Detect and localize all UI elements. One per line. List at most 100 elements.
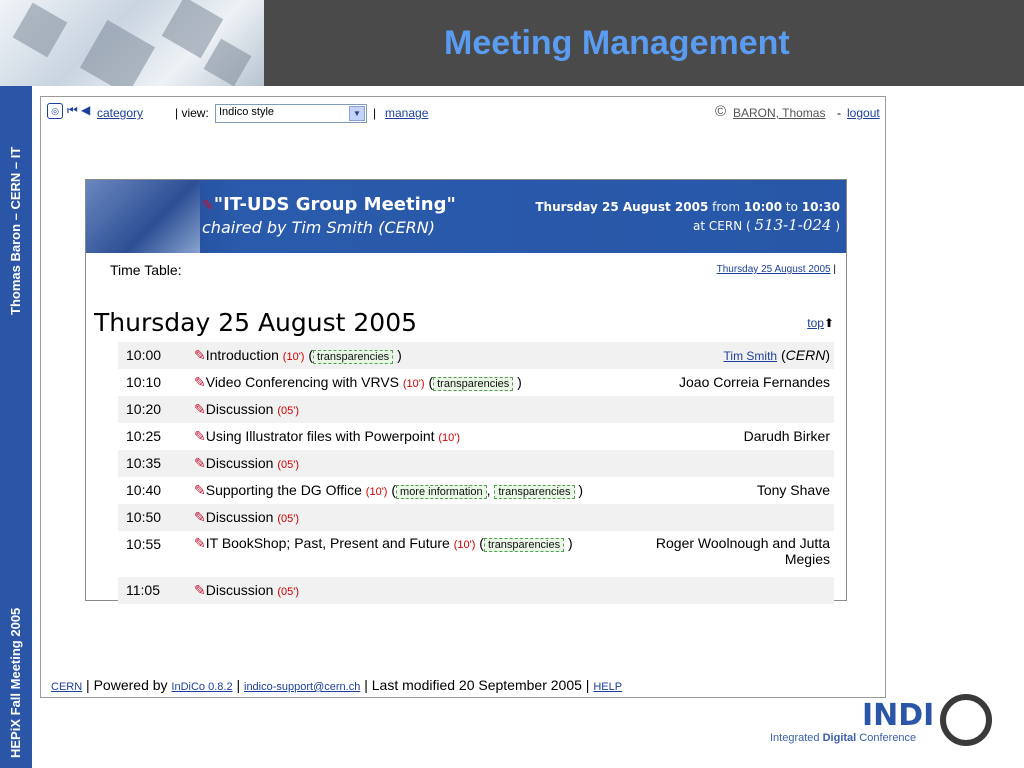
duration-label: (05'): [277, 405, 299, 417]
category-link[interactable]: category: [97, 106, 143, 120]
contribution-title[interactable]: Using Illustrator files with Powerpoint: [206, 428, 435, 444]
separator: |: [373, 106, 377, 120]
material-link[interactable]: more information: [396, 485, 487, 499]
row-time: 10:35: [126, 455, 162, 471]
meeting-banner: ✎"IT-UDS Group Meeting" chaired by Tim S…: [86, 180, 846, 253]
row-title: ✎Supporting the DG Office (10') (more in…: [194, 482, 584, 499]
speaker-name[interactable]: Tim Smith (CERN): [724, 347, 830, 363]
timetable-label: Time Table:: [110, 262, 182, 278]
banner-photo: [86, 180, 200, 253]
contribution-title[interactable]: Introduction: [206, 347, 279, 363]
material-link[interactable]: transparencies: [433, 377, 514, 391]
cern-link[interactable]: CERN: [51, 681, 82, 693]
row-title: ✎Introduction (10') (transparencies ): [194, 347, 402, 364]
first-arrow-icon[interactable]: ⏮: [67, 103, 78, 118]
duration-label: (10'): [402, 378, 425, 390]
table-row: 10:10 ✎Video Conferencing with VRVS (10')…: [118, 369, 834, 396]
indico-logo: INDI Integrated Digital Conference: [770, 690, 1020, 760]
meeting-chair: chaired by Tim Smith (CERN): [202, 218, 436, 237]
timetable-rows: 10:00 ✎Introduction (10') (transparencies…: [118, 342, 834, 604]
footer: CERN | Powered by InDiCo 0.8.2 | indico-…: [51, 677, 623, 693]
manage-link[interactable]: manage: [385, 106, 428, 120]
back-arrow-icon[interactable]: ◀: [81, 103, 90, 117]
table-row: 10:40 ✎Supporting the DG Office (10') (mo…: [118, 477, 834, 504]
edit-pencil-icon[interactable]: ✎: [194, 509, 206, 525]
logo-wordmark: INDI: [862, 698, 935, 733]
indico-icon[interactable]: ◎: [47, 103, 63, 119]
edit-pencil-icon[interactable]: ✎: [194, 482, 206, 498]
speaker-name: Darudh Birker: [743, 428, 830, 444]
side-author-label: Thomas Baron – CERN – IT: [8, 146, 23, 315]
contribution-title[interactable]: IT BookShop; Past, Present and Future: [206, 535, 450, 551]
view-label: | view:: [175, 106, 209, 120]
row-title: ✎Discussion (05'): [194, 582, 299, 599]
duration-label: (10'): [438, 432, 461, 444]
top-nav: ◎ ⏮ ◀ category | view: Indico style ▼ | …: [47, 103, 881, 123]
duration-label: (10'): [282, 351, 305, 363]
row-title: ✎Using Illustrator files with Powerpoint…: [194, 428, 460, 445]
edit-pencil-icon[interactable]: ✎: [194, 401, 206, 417]
powered-label: Powered by: [93, 677, 168, 693]
row-time: 10:00: [126, 347, 162, 363]
edit-pencil-icon[interactable]: ✎: [194, 374, 206, 390]
help-link[interactable]: HELP: [593, 681, 622, 693]
row-title: ✎Discussion (05'): [194, 509, 299, 526]
edit-pencil-icon[interactable]: ✎: [194, 535, 206, 551]
duration-label: (05'): [277, 586, 299, 598]
contribution-title[interactable]: Video Conferencing with VRVS: [206, 374, 399, 390]
edit-pencil-icon[interactable]: ✎: [194, 428, 206, 444]
edit-pencil-icon[interactable]: ✎: [194, 347, 206, 363]
material-link[interactable]: transparencies: [313, 350, 394, 364]
row-title: ✎IT BookShop; Past, Present and Future (…: [194, 535, 573, 552]
contribution-title[interactable]: Discussion: [206, 455, 274, 471]
speaker-name: Tony Shave: [756, 482, 830, 498]
contribution-title[interactable]: Discussion: [206, 401, 274, 417]
material-link[interactable]: transparencies: [483, 538, 565, 552]
browser-window: ◎ ⏮ ◀ category | view: Indico style ▼ | …: [40, 96, 886, 698]
meeting-panel: ✎"IT-UDS Group Meeting" chaired by Tim S…: [85, 179, 847, 604]
contribution-title[interactable]: Discussion: [206, 509, 274, 525]
timetable-date-link[interactable]: Thursday 25 August 2005 |: [717, 264, 836, 275]
indico-version-link[interactable]: InDiCo 0.8.2: [171, 681, 232, 693]
table-row: 10:25 ✎Using Illustrator files with Power…: [118, 423, 834, 450]
meeting-title: ✎"IT-UDS Group Meeting": [202, 194, 456, 215]
logout-link[interactable]: logout: [847, 106, 880, 120]
row-title: ✎Discussion (05'): [194, 455, 299, 472]
header-image: [0, 0, 264, 86]
view-select[interactable]: Indico style ▼: [215, 104, 367, 123]
row-time: 10:55: [126, 536, 162, 552]
row-title: ✎Video Conferencing with VRVS (10') (tra…: [194, 374, 522, 391]
day-heading: Thursday 25 August 2005: [94, 308, 418, 337]
user-link[interactable]: BARON, Thomas: [733, 106, 825, 120]
edit-pencil-icon[interactable]: ✎: [194, 582, 206, 598]
slide-title: Meeting Management: [444, 24, 790, 62]
contribution-title[interactable]: Supporting the DG Office: [206, 482, 362, 498]
contribution-title[interactable]: Discussion: [206, 582, 274, 598]
table-row: 10:20 ✎Discussion (05'): [118, 396, 834, 423]
duration-label: (10'): [453, 539, 476, 551]
row-time: 10:25: [126, 428, 162, 444]
meeting-location: at CERN ( 513-1-024 ): [693, 216, 840, 234]
edit-pencil-icon[interactable]: ✎: [202, 198, 214, 214]
view-select-value: Indico style: [219, 106, 275, 118]
row-time: 10:50: [126, 509, 162, 525]
top-link[interactable]: top⬆: [807, 316, 834, 330]
duration-label: (05'): [277, 459, 299, 471]
support-email-link[interactable]: indico-support@cern.ch: [244, 681, 360, 693]
edit-pencil-icon[interactable]: ✎: [194, 455, 206, 471]
logo-tagline: Integrated Digital Conference: [770, 732, 917, 744]
up-arrow-icon: ⬆: [823, 316, 834, 330]
side-event-label: HEPiX Fall Meeting 2005: [8, 607, 23, 758]
chevron-down-icon[interactable]: ▼: [349, 106, 365, 121]
modified-label: Last modified 20 September 2005: [371, 677, 582, 693]
material-link[interactable]: transparencies: [494, 485, 575, 499]
table-row: 10:50 ✎Discussion (05'): [118, 504, 834, 531]
logo-ring-icon: [940, 694, 992, 746]
duration-label: (05'): [277, 513, 299, 525]
row-title: ✎Discussion (05'): [194, 401, 299, 418]
separator: -: [837, 106, 841, 120]
speaker-name: Joao Correia Fernandes: [679, 374, 830, 390]
row-time: 10:20: [126, 401, 162, 417]
user-icon: ©: [715, 103, 727, 120]
speaker-name: Roger Woolnough and Jutta Megies: [655, 535, 830, 567]
